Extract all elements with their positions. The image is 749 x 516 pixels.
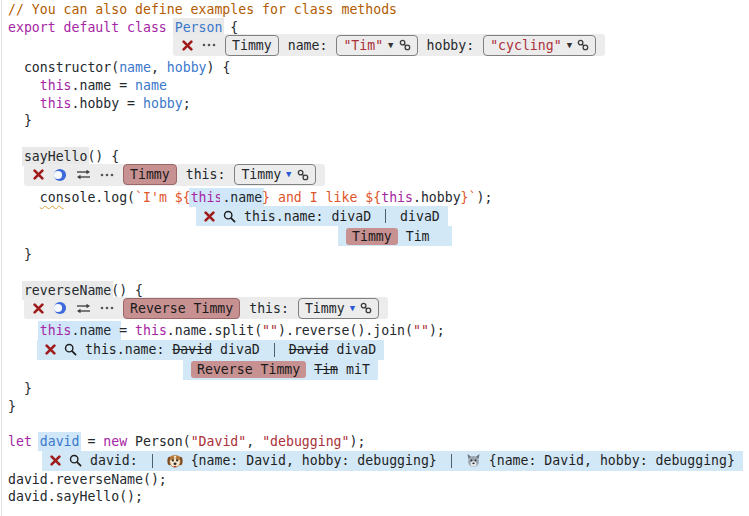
- search-icon[interactable]: [64, 343, 77, 356]
- link-icon[interactable]: [297, 169, 309, 181]
- reversename-example-row: Reverse Timmy Tim miT: [183, 360, 749, 380]
- close-icon[interactable]: [45, 344, 56, 355]
- code-line-constructor[interactable]: constructor(name, hobby) {: [8, 59, 749, 77]
- swap-arrows-icon[interactable]: [76, 303, 91, 314]
- code-line-blank[interactable]: [8, 415, 749, 433]
- reversename-value-annotation: this.name: David divaD David divaD: [37, 340, 749, 360]
- search-icon[interactable]: [69, 454, 82, 467]
- live-new-value: divaD: [220, 342, 260, 357]
- david-value-annotation: david: {name: David, hobby: debugging} {…: [42, 451, 749, 471]
- wolf-icon: [466, 453, 481, 468]
- example-result: Tim: [406, 229, 430, 244]
- link-icon[interactable]: [399, 39, 411, 51]
- search-icon[interactable]: [223, 210, 236, 223]
- link-icon[interactable]: [577, 39, 589, 51]
- example-pill: Timmy: [346, 228, 398, 245]
- class-example-widget: Timmy name: "Tim" ▼ hobby: "cycling" ▼: [173, 36, 749, 59]
- sayhello-value-annotation: this.name: divaD divaD: [196, 206, 749, 226]
- code-line-reverse-assign[interactable]: this.name = this.name.split("").reverse(…: [8, 322, 749, 340]
- code-line-new-person[interactable]: let david = new Person("David", "debuggi…: [8, 433, 749, 451]
- column-divider: [385, 209, 386, 223]
- reversename-example-widget: Reverse Timmy this: Timmy ▼: [24, 299, 749, 322]
- example-old-value: David: [289, 342, 329, 357]
- code-line-console-log[interactable]: console.log(`I'm ${this.name} and I like…: [8, 189, 749, 207]
- column-divider: [274, 343, 275, 357]
- hobby-value: "cycling": [490, 38, 561, 53]
- example-pill-label: Timmy: [352, 229, 392, 244]
- chevron-down-icon: ▼: [567, 41, 572, 50]
- hobby-value-dropdown[interactable]: "cycling" ▼: [483, 35, 596, 56]
- this-value-dropdown[interactable]: Timmy ▼: [298, 298, 379, 319]
- example-pill-label: Reverse Timmy: [197, 362, 300, 377]
- example-value: {name: David, hobby: debugging}: [489, 453, 735, 468]
- dog-icon: [167, 453, 183, 469]
- example-pill-label: Reverse Timmy: [130, 301, 233, 316]
- code-line-blank[interactable]: [8, 130, 749, 148]
- toggle-icon[interactable]: [53, 168, 67, 182]
- code-line-call-sayhello[interactable]: david.sayHello();: [8, 488, 749, 506]
- code-line-assign-hobby[interactable]: this.hobby = hobby;: [8, 95, 749, 113]
- example-new-value: divaD: [337, 342, 377, 357]
- this-label: this:: [249, 301, 289, 316]
- example-pill[interactable]: Reverse Timmy: [123, 298, 240, 319]
- name-value-dropdown[interactable]: "Tim" ▼: [336, 35, 417, 56]
- sayhello-example-widget: Timmy this: Timmy ▼: [24, 166, 749, 189]
- live-old-value: David: [172, 342, 212, 357]
- example-name-box[interactable]: Timmy: [225, 35, 279, 56]
- code-line-close-constructor[interactable]: }: [8, 112, 749, 130]
- chevron-down-icon: ▼: [350, 304, 355, 313]
- chevron-down-icon: ▼: [388, 41, 393, 50]
- code-line-close-class[interactable]: }: [8, 398, 749, 416]
- example-pill: Reverse Timmy: [191, 361, 306, 378]
- example-old-result: Tim: [314, 362, 338, 377]
- close-icon[interactable]: [33, 169, 44, 180]
- this-label: this:: [186, 167, 226, 182]
- name-value: "Tim": [343, 38, 383, 53]
- example-value: divaD: [400, 209, 440, 224]
- code-line-blank[interactable]: [8, 264, 749, 282]
- ellipsis-icon[interactable]: [100, 173, 114, 177]
- toggle-icon[interactable]: [53, 301, 67, 315]
- close-icon[interactable]: [204, 211, 215, 222]
- ellipsis-icon[interactable]: [202, 43, 216, 47]
- code-line-close-sayhello[interactable]: }: [8, 246, 749, 264]
- code-line-close-reversename[interactable]: }: [8, 380, 749, 398]
- chevron-down-icon: ▼: [286, 170, 291, 179]
- hobby-field-label: hobby:: [427, 38, 475, 53]
- this-value: Timmy: [241, 167, 281, 182]
- sayhello-example-row: Timmy Tim: [338, 226, 749, 246]
- close-icon[interactable]: [50, 455, 61, 466]
- name-field-label: name:: [288, 38, 328, 53]
- value-label: this.name:: [85, 342, 164, 357]
- example-name: Timmy: [232, 38, 272, 53]
- link-icon[interactable]: [360, 302, 372, 314]
- value-label: david:: [90, 453, 138, 468]
- close-icon[interactable]: [33, 303, 44, 314]
- this-value: Timmy: [305, 301, 345, 316]
- close-icon[interactable]: [182, 40, 193, 51]
- column-divider: [152, 454, 153, 468]
- live-value: {name: David, hobby: debugging}: [191, 453, 437, 468]
- this-value-dropdown[interactable]: Timmy ▼: [234, 164, 315, 185]
- code-line-sayhello[interactable]: sayHello() {: [8, 148, 749, 166]
- example-new-result: miT: [346, 362, 370, 377]
- example-pill[interactable]: Timmy: [123, 164, 177, 185]
- example-pill-label: Timmy: [130, 167, 170, 182]
- ellipsis-icon[interactable]: [100, 306, 114, 310]
- code-line-call-reversename[interactable]: david.reverseName();: [8, 471, 749, 489]
- code-line-comment[interactable]: // You can also define examples for clas…: [8, 1, 749, 19]
- value-label: this.name:: [244, 209, 323, 224]
- column-divider: [451, 454, 452, 468]
- code-line-assign-name[interactable]: this.name = name: [8, 77, 749, 95]
- live-value: divaD: [331, 209, 371, 224]
- swap-arrows-icon[interactable]: [76, 169, 91, 180]
- code-editor[interactable]: // You can also define examples for clas…: [0, 0, 749, 506]
